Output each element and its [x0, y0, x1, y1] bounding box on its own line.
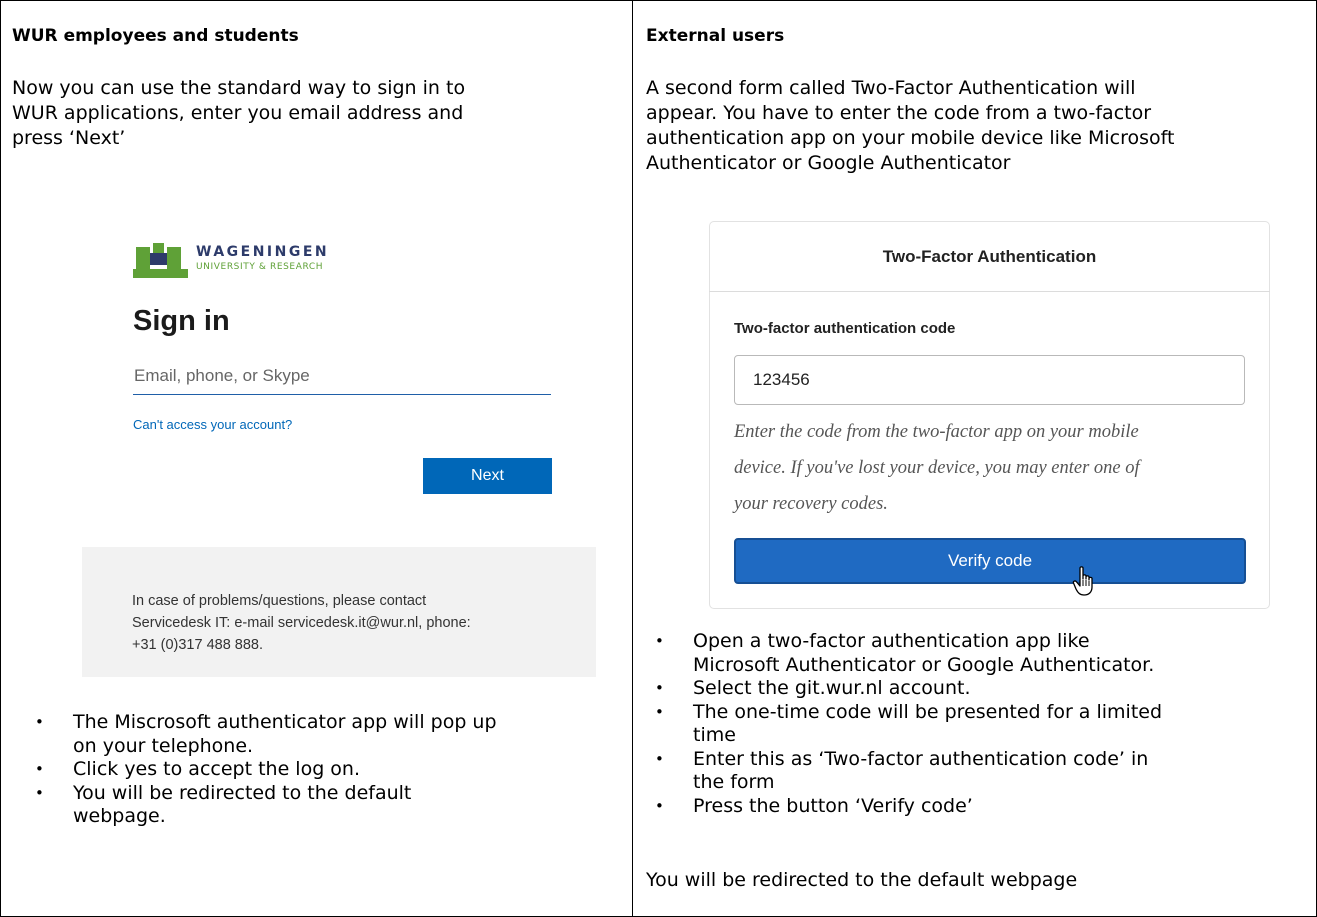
bullet-icon: • — [35, 760, 44, 778]
two-factor-code-input[interactable] — [734, 355, 1245, 405]
redirect-note: You will be redirected to the default we… — [646, 869, 1078, 891]
list-item: • The Miscrosoft authenticator app will … — [35, 711, 497, 757]
right-intro-line-3: authentication app on your mobile device… — [646, 127, 1175, 149]
signin-title: Sign in — [133, 305, 230, 337]
right-intro-line-4: Authenticator or Google Authenticator — [646, 152, 1011, 174]
wur-brand-name: WAGENINGEN — [196, 244, 330, 260]
two-factor-title: Two-Factor Authentication — [709, 221, 1270, 292]
help-line-3: +31 (0)317 488 888. — [132, 637, 264, 653]
bullet-icon: • — [655, 632, 664, 650]
right-intro-line-1: A second form called Two-Factor Authenti… — [646, 77, 1136, 99]
left-bullet-list: • The Miscrosoft authenticator app will … — [26, 711, 631, 829]
wur-logo-icon — [133, 243, 188, 278]
bullet-icon: • — [35, 713, 44, 731]
list-item: • You will be redirected to the default … — [35, 781, 412, 828]
bullet-icon: • — [655, 702, 664, 721]
left-intro-line-2: WUR applications, enter you email addres… — [12, 102, 464, 124]
code-help-text: Enter the code from the two-factor app o… — [734, 422, 1140, 514]
list-item: • Click yes to accept the log on. — [35, 758, 361, 780]
help-text: In case of problems/questions, please co… — [132, 590, 572, 656]
code-field-label: Two-factor authentication code — [734, 320, 956, 337]
next-button[interactable]: Next — [423, 458, 552, 494]
list-item: • Press the button ‘Verify code’ — [655, 794, 973, 817]
bullet-icon: • — [655, 749, 664, 768]
cant-access-account-link[interactable]: Can't access your account? — [133, 417, 292, 432]
hand-cursor-icon — [1072, 566, 1093, 596]
left-intro-line-3: press ‘Next’ — [12, 127, 126, 149]
column-divider — [632, 0, 633, 917]
help-line-2: Servicedesk IT: e-mail servicedesk.it@wu… — [132, 615, 471, 631]
list-item: • The one-time code will be presented fo… — [655, 700, 1163, 747]
right-intro-line-2: appear. You have to enter the code from … — [646, 102, 1152, 124]
left-intro-line-1: Now you can use the standard way to sign… — [12, 77, 466, 99]
bullet-icon: • — [655, 796, 664, 815]
bullet-icon: • — [35, 783, 44, 802]
verify-code-button[interactable]: Verify code — [734, 538, 1246, 584]
right-bullet-list: • Open a two-factor authentication app l… — [646, 630, 1316, 818]
list-item: • Open a two-factor authentication app l… — [655, 630, 1155, 676]
email-input[interactable] — [133, 357, 551, 395]
right-column-heading: External users — [646, 26, 785, 46]
wur-brand-subtitle: UNIVERSITY & RESEARCH — [196, 262, 324, 272]
bullet-icon: • — [655, 679, 664, 697]
help-line-1: In case of problems/questions, please co… — [132, 593, 427, 609]
list-item: • Select the git.wur.nl account. — [655, 677, 971, 699]
list-item: • Enter this as ‘Two-factor authenticati… — [655, 747, 1149, 794]
left-column-heading: WUR employees and students — [12, 26, 299, 46]
